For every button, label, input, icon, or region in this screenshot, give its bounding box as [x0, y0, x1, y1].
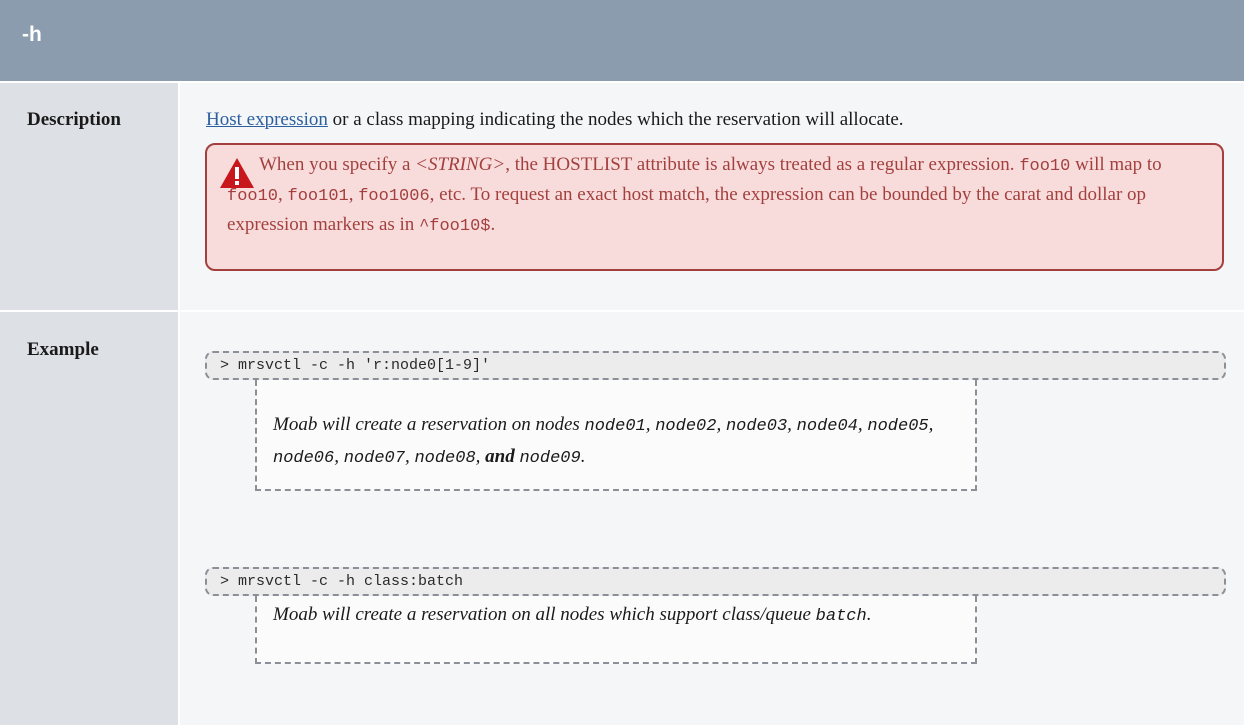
description-label-cell: Description: [0, 83, 178, 310]
node-code: node03: [725, 417, 788, 436]
node-code: node01: [584, 417, 646, 436]
warning-text-part: ,: [278, 184, 288, 205]
host-expression-link[interactable]: Host expression: [206, 109, 328, 130]
code-block[interactable]: > mrsvctl -c -h 'r:node0[1-9]': [205, 351, 1226, 380]
separator: ,: [857, 414, 868, 435]
separator: ,: [404, 446, 415, 467]
separator: ,: [716, 414, 726, 435]
warning-text-part: , the HOSTLIST attribute is always treat…: [505, 154, 1020, 175]
separator: ,: [928, 414, 934, 435]
warning-text-part: ,: [348, 184, 359, 205]
warning-callout: When you specify a <STRING>, the HOSTLIS…: [205, 143, 1224, 271]
node-code: node02: [655, 417, 717, 436]
warning-text-part: will map to: [1070, 154, 1162, 175]
result-text: Moab will create a reservation on all no…: [273, 600, 963, 632]
node-code: node04: [796, 417, 858, 436]
description-text: Host expression or a class mapping indic…: [206, 109, 904, 131]
option-title: -h: [22, 23, 42, 46]
separator: ,: [334, 446, 344, 467]
result-text-part: Moab will create a reservation on nodes: [273, 414, 585, 435]
separator: ,: [787, 414, 797, 435]
inline-code: foo1006: [358, 187, 430, 206]
inline-code: batch: [815, 607, 867, 626]
code-block[interactable]: > mrsvctl -c -h class:batch: [205, 567, 1226, 596]
inline-code: foo10: [227, 187, 279, 206]
command-text: > mrsvctl -c -h 'r:node0[1-9]': [220, 357, 491, 374]
node-code: node08: [414, 449, 476, 468]
inline-code: foo101: [287, 187, 349, 206]
separator: ,: [645, 414, 656, 435]
result-note: Moab will create a reservation on all no…: [255, 596, 977, 664]
example-label-cell: Example: [0, 312, 178, 725]
node-code: node06: [273, 449, 335, 468]
result-note: Moab will create a reservation on nodes …: [255, 380, 977, 491]
inline-code: ^foo10$: [419, 217, 491, 236]
period: .: [580, 446, 586, 467]
warning-text: When you specify a <STRING>, the HOSTLIS…: [227, 151, 1211, 241]
warning-text-part: When you specify a: [259, 154, 416, 175]
and-word: and: [485, 446, 515, 467]
period: .: [866, 604, 872, 625]
inline-code: foo10: [1019, 157, 1071, 176]
string-placeholder: <STRING>: [415, 154, 506, 175]
node-code: node05: [867, 417, 929, 436]
result-text: Moab will create a reservation on nodes …: [273, 410, 963, 474]
command-text: > mrsvctl -c -h class:batch: [220, 573, 464, 590]
separator: ,: [475, 446, 486, 467]
node-code: node09: [519, 449, 581, 468]
node-code: node07: [343, 449, 405, 468]
section-header: -h: [0, 0, 1244, 83]
result-text-part: Moab will create a reservation on all no…: [273, 604, 816, 625]
example-label: Example: [27, 339, 99, 360]
description-label: Description: [27, 109, 121, 130]
description-rest: or a class mapping indicating the nodes …: [327, 109, 904, 130]
warning-text-part: .: [490, 214, 496, 235]
